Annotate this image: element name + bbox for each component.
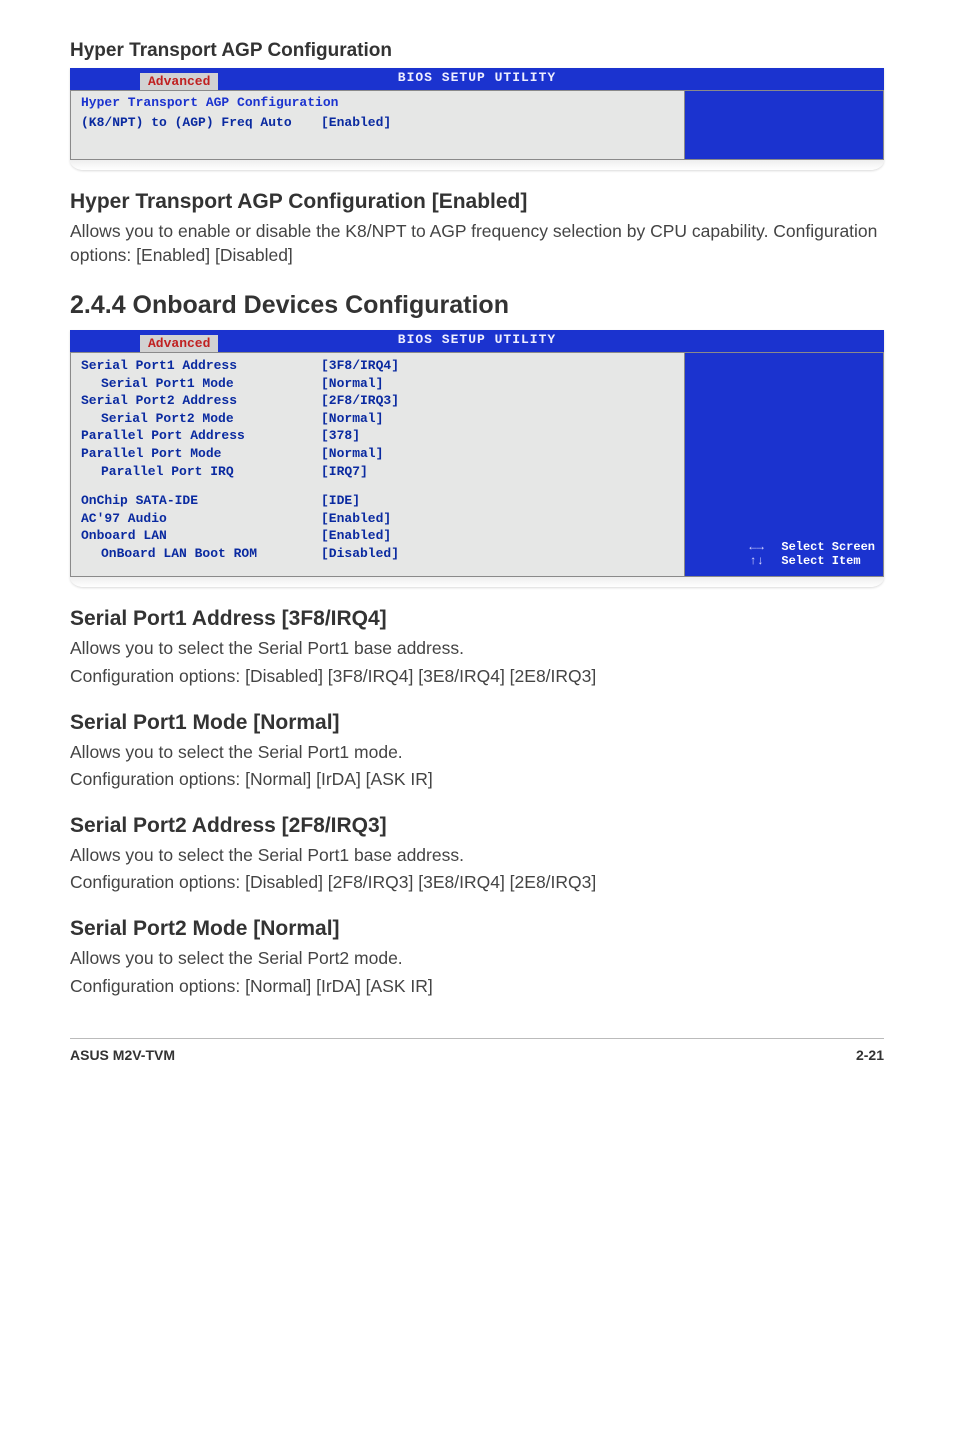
bios-row-label: Serial Port1 Address — [81, 357, 321, 375]
bios-row: AC'97 Audio[Enabled] — [81, 510, 674, 528]
bios-ht-row-value: [Enabled] — [321, 114, 674, 132]
bios-onb-right: ←→ Select Screen ↑↓ Select Item — [684, 352, 884, 577]
bios-row-value: [Enabled] — [321, 527, 674, 545]
bios-row: OnChip SATA-IDE[IDE] — [81, 492, 674, 510]
ht-option-text: Allows you to enable or disable the K8/N… — [70, 220, 884, 267]
sp2m-p1: Allows you to select the Serial Port2 mo… — [70, 947, 884, 971]
sp2m-head: Serial Port2 Mode [Normal] — [70, 917, 884, 941]
bios-onb-group2: OnChip SATA-IDE[IDE]AC'97 Audio[Enabled]… — [81, 492, 674, 562]
footer-left: ASUS M2V-TVM — [70, 1047, 175, 1063]
bios-row-value: [Enabled] — [321, 510, 674, 528]
bios-row-value: [Normal] — [321, 375, 674, 393]
bios-onb-frame: BIOS SETUP UTILITY Advanced Serial Port1… — [70, 330, 884, 587]
sp2a-head: Serial Port2 Address [2F8/IRQ3] — [70, 814, 884, 838]
bios-row-value: [2F8/IRQ3] — [321, 392, 674, 410]
bios-onb-top-title: BIOS SETUP UTILITY — [398, 332, 556, 347]
bios-ht-row-label: (K8/NPT) to (AGP) Freq Auto — [81, 114, 321, 132]
bios-ht-left: Hyper Transport AGP Configuration (K8/NP… — [70, 90, 684, 160]
sp1m-head: Serial Port1 Mode [Normal] — [70, 711, 884, 735]
bios-ht-top: BIOS SETUP UTILITY Advanced — [70, 68, 884, 90]
bios-ht-curve — [70, 160, 884, 170]
bios-ht-tab: Advanced — [140, 73, 218, 90]
sp1m-p2: Configuration options: [Normal] [IrDA] [… — [70, 768, 884, 792]
bios-row-label: Parallel Port IRQ — [81, 463, 321, 481]
ht-config-heading: Hyper Transport AGP Configuration — [70, 40, 884, 62]
bios-ht-right — [684, 90, 884, 160]
bios-row-label: Serial Port2 Mode — [81, 410, 321, 428]
onboard-heading: 2.4.4 Onboard Devices Configuration — [70, 291, 884, 320]
bios-row: OnBoard LAN Boot ROM[Disabled] — [81, 545, 674, 563]
bios-row-value: [Normal] — [321, 410, 674, 428]
bios-row-label: Parallel Port Address — [81, 427, 321, 445]
bios-onb-body: Serial Port1 Address[3F8/IRQ4]Serial Por… — [70, 352, 884, 577]
page-footer: ASUS M2V-TVM 2-21 — [70, 1038, 884, 1063]
bios-row-value: [378] — [321, 427, 674, 445]
sp1a-p1: Allows you to select the Serial Port1 ba… — [70, 637, 884, 661]
bios-onb-spacer — [81, 480, 674, 492]
legend-row: ←→ Select Screen — [749, 540, 875, 554]
sp1a-block: Serial Port1 Address [3F8/IRQ4] Allows y… — [70, 607, 884, 688]
bios-onb-group1: Serial Port1 Address[3F8/IRQ4]Serial Por… — [81, 357, 674, 480]
sp2m-p2: Configuration options: [Normal] [IrDA] [… — [70, 975, 884, 999]
bios-onb-curve — [70, 577, 884, 587]
bios-row: Parallel Port Address[378] — [81, 427, 674, 445]
bios-row-value: [Disabled] — [321, 545, 674, 563]
legend-key-lr: ←→ — [749, 540, 771, 554]
sp2a-p2: Configuration options: [Disabled] [2F8/I… — [70, 871, 884, 895]
bios-row: Serial Port1 Address[3F8/IRQ4] — [81, 357, 674, 375]
bios-row: Parallel Port Mode[Normal] — [81, 445, 674, 463]
bios-row-label: Onboard LAN — [81, 527, 321, 545]
sp1m-block: Serial Port1 Mode [Normal] Allows you to… — [70, 711, 884, 792]
sp1a-p2: Configuration options: [Disabled] [3F8/I… — [70, 665, 884, 689]
bios-onb-top: BIOS SETUP UTILITY Advanced — [70, 330, 884, 352]
sp2a-block: Serial Port2 Address [2F8/IRQ3] Allows y… — [70, 814, 884, 895]
legend-row: ↑↓ Select Item — [749, 554, 875, 568]
bios-row-label: Parallel Port Mode — [81, 445, 321, 463]
bios-row: Parallel Port IRQ[IRQ7] — [81, 463, 674, 481]
bios-row-value: [IRQ7] — [321, 463, 674, 481]
bios-row: Onboard LAN[Enabled] — [81, 527, 674, 545]
bios-onb-tab: Advanced — [140, 335, 218, 352]
bios-row: Serial Port1 Mode[Normal] — [81, 375, 674, 393]
bios-row: Serial Port2 Address[2F8/IRQ3] — [81, 392, 674, 410]
bios-ht-top-title: BIOS SETUP UTILITY — [398, 70, 556, 85]
bios-row-label: OnChip SATA-IDE — [81, 492, 321, 510]
sp2m-block: Serial Port2 Mode [Normal] Allows you to… — [70, 917, 884, 998]
sp1a-head: Serial Port1 Address [3F8/IRQ4] — [70, 607, 884, 631]
bios-ht-frame: BIOS SETUP UTILITY Advanced Hyper Transp… — [70, 68, 884, 170]
footer-right: 2-21 — [856, 1047, 884, 1063]
bios-ht-body: Hyper Transport AGP Configuration (K8/NP… — [70, 90, 884, 160]
ht-option-head: Hyper Transport AGP Configuration [Enabl… — [70, 190, 884, 214]
sp2a-p1: Allows you to select the Serial Port1 ba… — [70, 844, 884, 868]
bios-row-label: Serial Port2 Address — [81, 392, 321, 410]
bios-ht-subtitle: Hyper Transport AGP Configuration — [81, 95, 674, 110]
legend-key-ud: ↑↓ — [749, 554, 771, 568]
legend-txt-item: Select Item — [781, 554, 860, 568]
bios-ht-row: (K8/NPT) to (AGP) Freq Auto [Enabled] — [81, 114, 674, 132]
bios-row-label: Serial Port1 Mode — [81, 375, 321, 393]
bios-row: Serial Port2 Mode[Normal] — [81, 410, 674, 428]
bios-row-value: [IDE] — [321, 492, 674, 510]
bios-onb-legend: ←→ Select Screen ↑↓ Select Item — [749, 540, 875, 568]
ht-option-block: Hyper Transport AGP Configuration [Enabl… — [70, 190, 884, 267]
bios-row-value: [3F8/IRQ4] — [321, 357, 674, 375]
legend-txt-screen: Select Screen — [781, 540, 875, 554]
bios-row-value: [Normal] — [321, 445, 674, 463]
bios-row-label: AC'97 Audio — [81, 510, 321, 528]
bios-row-label: OnBoard LAN Boot ROM — [81, 545, 321, 563]
sp1m-p1: Allows you to select the Serial Port1 mo… — [70, 741, 884, 765]
bios-onb-left: Serial Port1 Address[3F8/IRQ4]Serial Por… — [70, 352, 684, 577]
